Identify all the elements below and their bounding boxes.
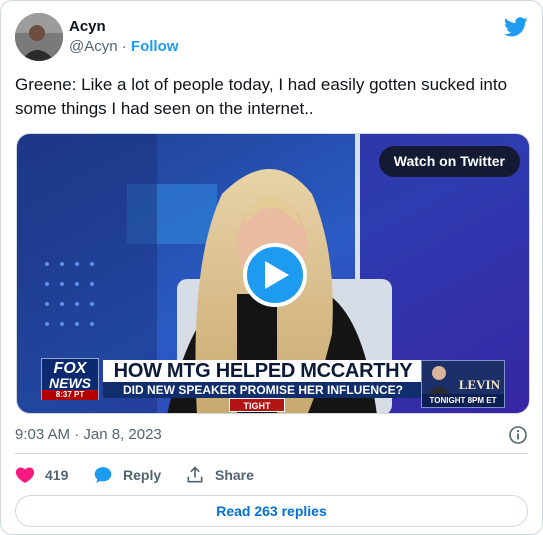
info-icon[interactable] <box>508 425 528 445</box>
chyron-headline: HOW MTG HELPED MCCARTHY WIN <box>103 360 423 404</box>
share-label: Share <box>215 467 254 483</box>
separator: · <box>121 38 127 55</box>
share-icon <box>187 466 203 483</box>
divider <box>15 453 528 454</box>
news-chyron: FOX NEWS 8:37 PT HOW MTG HELPED MCCARTHY… <box>41 356 423 412</box>
logo-line-2: NEWS <box>49 375 91 391</box>
tweet-header: Acyn @Acyn · Follow <box>15 13 528 61</box>
fox-news-logo: FOX NEWS 8:37 PT <box>41 358 99 400</box>
promo-time: TONIGHT 8PM ET <box>422 394 504 407</box>
show-promo: LEVIN TONIGHT 8PM ET <box>421 360 505 408</box>
reply-button[interactable]: Reply <box>93 463 161 487</box>
display-name[interactable]: Acyn <box>69 17 178 37</box>
chyron-segment: TIGHT SHOT <box>229 398 285 412</box>
play-button[interactable] <box>243 243 307 307</box>
promo-name: LEVIN <box>458 377 500 392</box>
follow-button[interactable]: Follow <box>131 38 179 55</box>
reply-label: Reply <box>123 467 162 483</box>
share-button[interactable]: Share <box>185 463 254 487</box>
read-replies-button[interactable]: Read 263 replies <box>15 495 528 527</box>
video-player[interactable]: Watch on Twitter FOX NEWS 8:37 PT HOW MT… <box>16 133 530 414</box>
tweet-card: Acyn @Acyn · Follow Greene: Like a lot o… <box>0 0 543 535</box>
user-info: Acyn @Acyn · Follow <box>69 17 178 57</box>
watch-on-twitter-button[interactable]: Watch on Twitter <box>378 146 520 177</box>
twitter-bird-icon[interactable] <box>504 15 528 39</box>
avatar[interactable] <box>15 13 63 61</box>
reply-bubble-icon <box>94 467 112 483</box>
host-portrait-icon <box>426 366 452 397</box>
tweet-text: Greene: Like a lot of people today, I ha… <box>15 75 508 118</box>
heart-icon <box>15 467 35 483</box>
network-time: 8:37 PT <box>42 390 98 400</box>
timestamp[interactable]: 9:03 AM · Jan 8, 2023 <box>15 425 162 445</box>
like-count: 419 <box>45 467 69 483</box>
chyron-subline: DID NEW SPEAKER PROMISE HER INFLUENCE? <box>103 382 423 398</box>
like-button[interactable]: 419 <box>15 463 68 487</box>
play-icon <box>265 261 289 289</box>
handle-row: @Acyn · Follow <box>69 37 178 57</box>
handle[interactable]: @Acyn <box>69 38 118 55</box>
